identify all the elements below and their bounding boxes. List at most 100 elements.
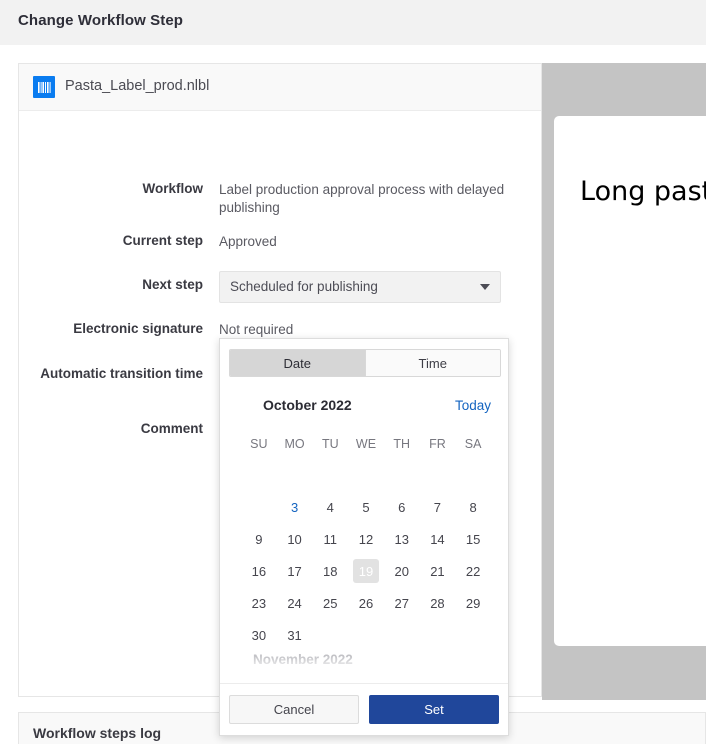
calendar-day-label: 19 xyxy=(352,559,379,583)
calendar-day[interactable]: 20 xyxy=(384,555,420,587)
calendar-day-label: 30 xyxy=(251,627,267,643)
calendar-month-label: October 2022 xyxy=(263,397,352,413)
barcode-icon xyxy=(33,76,55,98)
calendar-day[interactable]: 7 xyxy=(420,491,456,523)
calendar-day-label: 16 xyxy=(251,563,267,579)
calendar-day-label: 6 xyxy=(398,499,406,515)
dialog-header: Change Workflow Step xyxy=(0,0,706,45)
weekday-we: WE xyxy=(355,437,377,451)
document-name: Pasta_Label_prod.nlbl xyxy=(65,78,210,94)
calendar-day[interactable]: 18 xyxy=(312,555,348,587)
calendar-day[interactable]: 19 xyxy=(348,555,384,587)
calendar-day[interactable]: 5 xyxy=(348,491,384,523)
next-step-selected-value: Scheduled for publishing xyxy=(230,279,378,294)
calendar-next-month-label: November 2022 xyxy=(253,652,353,667)
calendar-day[interactable]: 28 xyxy=(420,587,456,619)
label-preview-panel: Long past xyxy=(542,63,706,700)
calendar-day[interactable]: 11 xyxy=(312,523,348,555)
next-step-select[interactable]: Scheduled for publishing xyxy=(219,271,501,303)
weekday-th: TH xyxy=(393,437,411,451)
calendar-day-label: 20 xyxy=(394,563,409,579)
label-preview-page: Long past xyxy=(554,116,706,646)
label-preview-text: Long past xyxy=(580,176,706,207)
calendar-day-label: 22 xyxy=(465,563,481,579)
calendar-day[interactable]: 8 xyxy=(455,491,491,523)
calendar-day[interactable]: 3 xyxy=(277,491,313,523)
workflow-value: Label production approval process with d… xyxy=(219,182,505,215)
electronic-signature-label: Electronic signature xyxy=(73,321,203,336)
weekday-su: SU xyxy=(250,437,268,451)
calendar-day[interactable]: 15 xyxy=(455,523,491,555)
datetime-picker-tabs: Date Time xyxy=(229,349,501,377)
datetime-picker-footer: Cancel Set xyxy=(220,683,508,735)
calendar-day[interactable]: 10 xyxy=(277,523,313,555)
calendar-day-label: 12 xyxy=(358,531,374,547)
calendar-day-label: 5 xyxy=(362,499,370,515)
calendar-day-label: 29 xyxy=(465,595,481,611)
calendar-day-label: 15 xyxy=(465,531,481,547)
weekday-fr: FR xyxy=(429,437,446,451)
calendar-day-label: 28 xyxy=(430,595,445,611)
calendar-day[interactable]: 17 xyxy=(277,555,313,587)
calendar-day[interactable]: 27 xyxy=(384,587,420,619)
weekday-mo: MO xyxy=(284,437,305,451)
calendar-day-label: 11 xyxy=(323,531,338,547)
dialog-title: Change Workflow Step xyxy=(18,12,184,29)
calendar-day-label: 27 xyxy=(394,595,409,611)
calendar-day[interactable]: 4 xyxy=(312,491,348,523)
change-workflow-step-dialog: Change Workflow Step Long past Pasta_Lab… xyxy=(0,0,706,744)
comment-label: Comment xyxy=(140,421,203,436)
calendar-day-grid: 3 4 5 6 7 8 9 10 11 12 13 14 15 16 17 18 19 20 21 22 23 24 25 2… xyxy=(241,459,491,651)
calendar-weekday-header: SU MO TU WE TH FR SA xyxy=(241,437,491,451)
calendar-day[interactable]: 26 xyxy=(348,587,384,619)
next-step-label: Next step xyxy=(142,277,203,292)
calendar-day[interactable]: 9 xyxy=(241,523,277,555)
electronic-signature-value: Not required xyxy=(219,322,294,337)
calendar-day[interactable]: 30 xyxy=(241,619,277,651)
current-step-value: Approved xyxy=(219,234,277,249)
chevron-down-icon xyxy=(480,284,490,290)
calendar-month-row: October 2022 Today xyxy=(229,397,501,419)
datetime-picker-popup: Date Time October 2022 Today SU MO TU WE… xyxy=(219,338,509,736)
calendar-day[interactable]: 25 xyxy=(312,587,348,619)
weekday-tu: TU xyxy=(321,437,339,451)
calendar-day-label: 18 xyxy=(323,563,338,579)
tab-date[interactable]: Date xyxy=(230,350,365,376)
calendar-day-label: 9 xyxy=(255,531,263,547)
calendar-day-label: 3 xyxy=(290,499,299,515)
cancel-button[interactable]: Cancel xyxy=(229,695,359,724)
calendar-day-label: 14 xyxy=(430,531,445,547)
calendar-day[interactable]: 29 xyxy=(455,587,491,619)
document-card-header: Pasta_Label_prod.nlbl xyxy=(19,64,541,111)
weekday-sa: SA xyxy=(464,437,482,451)
workflow-label: Workflow xyxy=(142,181,204,196)
today-link[interactable]: Today xyxy=(455,398,491,413)
calendar-day-label: 10 xyxy=(287,531,302,547)
calendar-day-label: 7 xyxy=(433,499,442,515)
calendar-day[interactable]: 14 xyxy=(420,523,456,555)
calendar-day-label: 31 xyxy=(287,627,302,643)
calendar-day[interactable]: 21 xyxy=(420,555,456,587)
calendar-day-label: 4 xyxy=(326,499,334,515)
calendar-day[interactable]: 23 xyxy=(241,587,277,619)
tab-time[interactable]: Time xyxy=(364,350,500,376)
calendar-day[interactable]: 24 xyxy=(277,587,313,619)
calendar-day[interactable]: 13 xyxy=(384,523,420,555)
calendar-day-label: 21 xyxy=(430,563,445,579)
current-step-label: Current step xyxy=(122,233,203,248)
calendar-day-label: 23 xyxy=(251,595,267,611)
calendar-scroll-area[interactable]: 3 4 5 6 7 8 9 10 11 12 13 14 15 16 17 18 19 20 21 22 23 24 25 2… xyxy=(229,459,501,674)
calendar-day[interactable]: 6 xyxy=(384,491,420,523)
calendar-day-label: 26 xyxy=(358,595,374,611)
calendar-day[interactable]: 31 xyxy=(277,619,313,651)
calendar-day[interactable]: 16 xyxy=(241,555,277,587)
calendar-day-label: 24 xyxy=(287,595,302,611)
calendar-day-label: 13 xyxy=(394,531,409,547)
calendar-day-label: 8 xyxy=(469,499,477,515)
automatic-transition-time-label: Automatic transition time xyxy=(40,366,203,381)
set-button[interactable]: Set xyxy=(369,695,499,724)
calendar-day[interactable]: 12 xyxy=(348,523,384,555)
calendar-day[interactable]: 22 xyxy=(455,555,491,587)
workflow-steps-log-title: Workflow steps log xyxy=(33,725,162,741)
calendar-day-label: 25 xyxy=(323,595,338,611)
